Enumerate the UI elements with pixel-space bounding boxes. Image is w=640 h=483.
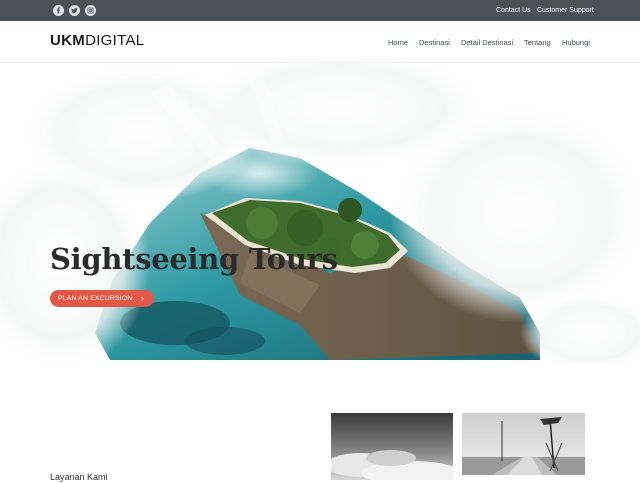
top-bar: Contact Us Customer Support <box>0 0 640 21</box>
hero-title: Sightseeing Tours <box>50 242 338 276</box>
logo-light-text: DIGITAL <box>85 32 145 49</box>
hero-section: Sightseeing Tours PLAN AN EXCURSION › <box>0 63 640 363</box>
contact-us-link[interactable]: Contact Us <box>496 6 531 15</box>
customer-support-link[interactable]: Customer Support <box>537 6 594 15</box>
pier-photo <box>462 413 585 475</box>
nav-destinasi[interactable]: Destinasi <box>419 38 450 47</box>
nav-hubungi[interactable]: Hubungi <box>562 38 590 47</box>
facebook-icon[interactable] <box>53 5 64 16</box>
plan-excursion-label: PLAN AN EXCURSION <box>58 295 133 302</box>
clouds-photo <box>331 413 453 480</box>
chevron-right-icon: › <box>141 294 144 303</box>
twitter-icon[interactable] <box>69 5 80 16</box>
nav-tentang[interactable]: Tentang <box>524 38 551 47</box>
nav-home[interactable]: Home <box>388 38 408 47</box>
hero-island-image <box>0 63 640 363</box>
logo-bold-text: UKM <box>50 32 86 49</box>
nav-detail-destinasi[interactable]: Detail Destinasi <box>461 38 513 47</box>
section-heading: Layanan Kami <box>50 472 108 482</box>
instagram-icon[interactable] <box>85 5 96 16</box>
site-header: UKMDIGITAL Home Destinasi Detail Destina… <box>0 21 640 63</box>
site-logo[interactable]: UKMDIGITAL <box>50 33 144 49</box>
plan-excursion-button[interactable]: PLAN AN EXCURSION › <box>50 290 154 307</box>
